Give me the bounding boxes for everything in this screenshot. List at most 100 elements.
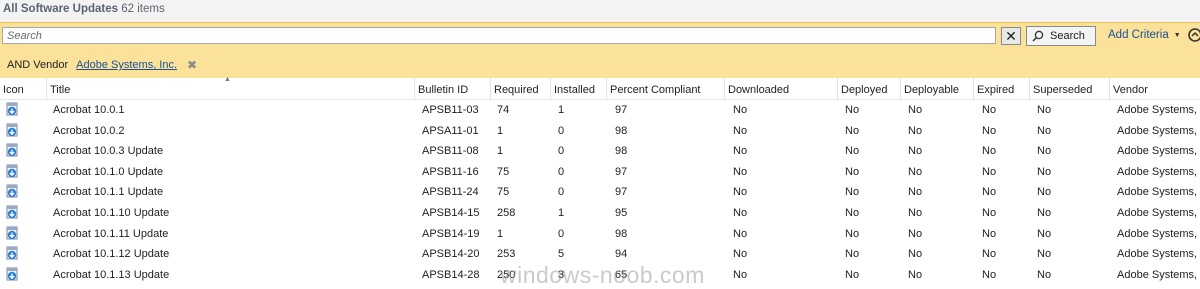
cell-title: Acrobat 10.1.10 Update <box>53 207 170 219</box>
table-row[interactable]: Acrobat 10.0.3 Update APSB11-08 1 0 98 No No No… <box>0 141 1200 162</box>
software-update-icon <box>6 184 18 198</box>
results-count: 62 items <box>121 3 165 15</box>
cell-required: 250 <box>497 268 516 281</box>
cell-downloaded: No <box>733 268 748 281</box>
cell-installed: 1 <box>558 207 565 219</box>
remove-criteria-icon[interactable]: ✖ <box>187 58 197 72</box>
software-update-icon <box>6 123 18 137</box>
cell-vendor: Adobe Systems, Inc. <box>1117 268 1200 281</box>
cell-expired: No <box>982 207 997 219</box>
results-title: All Software Updates 62 items <box>3 3 165 15</box>
column-header-installed[interactable]: Installed <box>551 78 607 99</box>
cell-deployable: No <box>908 124 923 137</box>
cell-vendor: Adobe Systems, Inc. <box>1117 227 1200 240</box>
cell-downloaded: No <box>733 124 748 137</box>
cell-deployed: No <box>845 165 860 178</box>
cell-deployable: No <box>908 207 923 219</box>
cell-deployed: No <box>845 207 860 219</box>
column-header-title[interactable]: Title <box>47 78 415 99</box>
column-header-icon[interactable]: Icon <box>0 78 47 99</box>
clear-search-button[interactable]: ✕ <box>1001 27 1021 45</box>
cell-downloaded: No <box>733 207 748 219</box>
cell-title: Acrobat 10.1.11 Update <box>53 227 169 240</box>
cell-superseded: No <box>1037 268 1052 281</box>
table-row[interactable]: Acrobat 10.1.13 Update APSB14-28 250 3 65 No N… <box>0 265 1200 286</box>
cell-superseded: No <box>1037 186 1052 199</box>
cell-deployed: No <box>845 145 860 158</box>
cell-installed: 0 <box>558 227 565 240</box>
cell-expired: No <box>982 186 997 199</box>
table-row[interactable]: Acrobat 10.1.12 Update APSB14-20 253 5 94 No N… <box>0 244 1200 265</box>
cell-downloaded: No <box>733 227 748 240</box>
cell-downloaded: No <box>733 104 748 116</box>
column-header-required[interactable]: Required <box>491 78 551 99</box>
table-row[interactable]: Acrobat 10.0.1 APSB11-03 74 1 97 No No No No No Ad… <box>0 100 1200 121</box>
column-header-bulletin-id[interactable]: Bulletin ID <box>415 78 491 99</box>
cell-deployable: No <box>908 248 923 261</box>
software-update-icon <box>6 246 18 260</box>
table-row[interactable]: Acrobat 10.1.0 Update APSB11-16 75 0 97 No No N… <box>0 162 1200 183</box>
cell-superseded: No <box>1037 104 1052 116</box>
table-row[interactable]: Acrobat 10.1.11 Update APSB14-19 1 0 98 No No N… <box>0 224 1200 245</box>
criteria-label: AND Vendor <box>7 59 69 71</box>
cell-deployable: No <box>908 227 923 240</box>
table-row[interactable]: Acrobat 10.0.2 APSA11-01 1 0 98 No No No No No Ado… <box>0 121 1200 142</box>
cell-vendor: Adobe Systems, Inc. <box>1117 124 1200 137</box>
add-criteria-label: Add Criteria <box>1108 29 1169 41</box>
cell-deployed: No <box>845 186 860 199</box>
cell-downloaded: No <box>733 145 748 158</box>
cell-vendor: Adobe Systems, Inc. <box>1117 186 1200 199</box>
sort-ascending-icon: ▲ <box>224 76 231 83</box>
cell-downloaded: No <box>733 248 748 261</box>
cell-installed: 0 <box>558 124 565 137</box>
cell-required: 74 <box>497 104 510 116</box>
search-filter-panel: ✕ Search Add Criteria ▼ AND Vendor Adobe… <box>0 22 1200 78</box>
column-header-superseded[interactable]: Superseded <box>1030 78 1110 99</box>
cell-deployed: No <box>845 248 860 261</box>
cell-percent-compliant: 94 <box>615 248 628 261</box>
add-criteria-dropdown[interactable]: Add Criteria ▼ <box>1108 29 1181 41</box>
cell-expired: No <box>982 124 997 137</box>
options-icon[interactable] <box>1187 27 1200 43</box>
criteria-value-link[interactable]: Adobe Systems, Inc. <box>76 59 177 71</box>
cell-expired: No <box>982 145 997 158</box>
software-update-icon <box>6 102 18 116</box>
cell-title: Acrobat 10.1.13 Update <box>53 268 170 281</box>
cell-required: 75 <box>497 165 510 178</box>
cell-installed: 0 <box>558 186 565 199</box>
cell-superseded: No <box>1037 227 1052 240</box>
column-header-vendor[interactable]: Vendor <box>1110 78 1200 99</box>
cell-deployed: No <box>845 124 860 137</box>
cell-title: Acrobat 10.0.1 <box>53 104 125 116</box>
results-header: All Software Updates 62 items <box>0 0 1200 22</box>
table-row[interactable]: Acrobat 10.1.10 Update APSB14-15 258 1 95 No N… <box>0 203 1200 224</box>
software-update-icon <box>6 164 18 178</box>
search-input[interactable] <box>2 27 996 44</box>
cell-deployable: No <box>908 186 923 199</box>
cell-deployable: No <box>908 145 923 158</box>
cell-deployed: No <box>845 104 860 116</box>
table-row[interactable]: Acrobat 10.1.1 Update APSB11-24 75 0 97 No No N… <box>0 182 1200 203</box>
results-title-text: All Software Updates <box>3 3 119 15</box>
column-header-deployed[interactable]: Deployed <box>838 78 901 99</box>
column-header-expired[interactable]: Expired <box>974 78 1030 99</box>
cell-vendor: Adobe Systems, Inc. <box>1117 145 1200 158</box>
search-button[interactable]: Search <box>1026 26 1096 46</box>
cell-bulletin-id: APSB14-19 <box>422 227 480 240</box>
cell-expired: No <box>982 248 997 261</box>
cell-bulletin-id: APSB11-08 <box>422 145 479 158</box>
cell-required: 75 <box>497 186 510 199</box>
cell-vendor: Adobe Systems, Inc. <box>1117 165 1200 178</box>
cell-downloaded: No <box>733 165 748 178</box>
cell-installed: 0 <box>558 145 565 158</box>
cell-title: Acrobat 10.0.2 <box>53 124 125 137</box>
cell-percent-compliant: 98 <box>615 124 628 137</box>
cell-vendor: Adobe Systems, Inc. <box>1117 248 1200 261</box>
column-header-deployable[interactable]: Deployable <box>901 78 974 99</box>
cell-percent-compliant: 97 <box>615 165 628 178</box>
column-header-downloaded[interactable]: Downloaded <box>725 78 838 99</box>
grid-header: Icon Title Bulletin ID Required Installe… <box>0 78 1200 100</box>
cell-deployable: No <box>908 268 923 281</box>
column-header-percent-compliant[interactable]: Percent Compliant <box>607 78 725 99</box>
cell-percent-compliant: 97 <box>615 186 628 199</box>
